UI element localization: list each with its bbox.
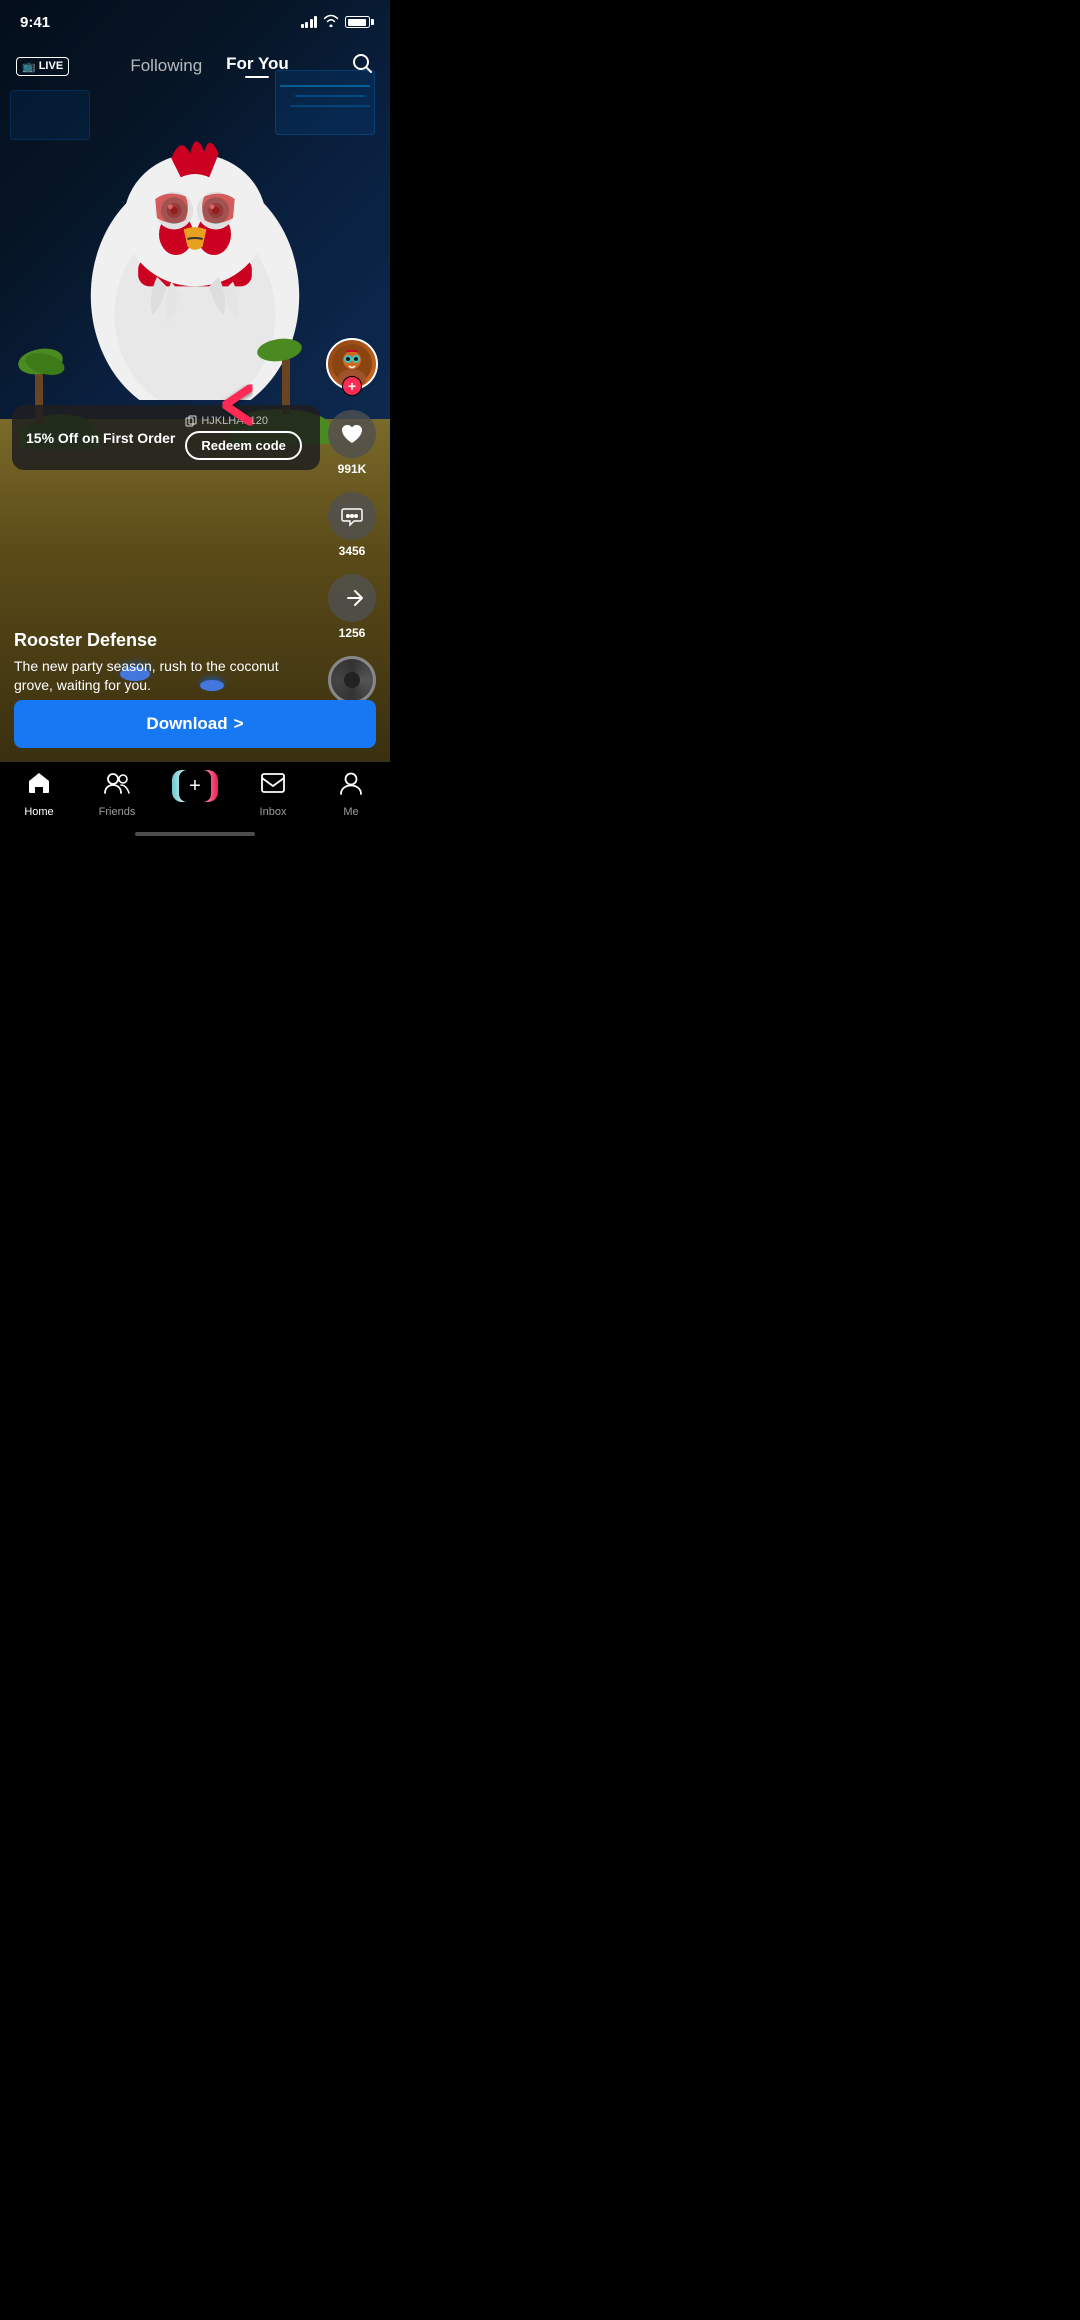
plus-icon: + bbox=[179, 770, 211, 802]
following-label: Following bbox=[130, 56, 202, 75]
friends-label: Friends bbox=[99, 806, 136, 818]
status-time: 9:41 bbox=[20, 14, 50, 31]
wifi-icon bbox=[323, 14, 339, 30]
heart-icon bbox=[339, 421, 365, 447]
inbox-icon bbox=[260, 770, 286, 803]
for-you-label: For You bbox=[226, 54, 289, 73]
share-count: 1256 bbox=[339, 626, 366, 640]
search-button[interactable] bbox=[350, 51, 374, 81]
nav-friends[interactable]: Friends bbox=[87, 770, 147, 818]
comment-button[interactable]: 3456 bbox=[328, 492, 376, 558]
signal-icon bbox=[301, 16, 318, 28]
me-icon bbox=[338, 770, 364, 803]
comment-count: 3456 bbox=[339, 544, 366, 558]
home-icon bbox=[26, 770, 52, 803]
active-tab-indicator bbox=[245, 76, 269, 78]
download-button[interactable]: Download > bbox=[14, 700, 376, 748]
share-button[interactable]: 1256 bbox=[328, 574, 376, 640]
tab-for-you[interactable]: For You bbox=[226, 54, 289, 78]
download-button-container: Download > bbox=[14, 700, 376, 748]
promo-discount-text: 15% Off on First Order bbox=[26, 429, 175, 447]
video-title: Rooster Defense bbox=[14, 630, 320, 651]
nav-home[interactable]: Home bbox=[9, 770, 69, 818]
follow-plus-button[interactable]: + bbox=[342, 376, 362, 396]
copy-icon bbox=[185, 415, 197, 427]
like-icon-container bbox=[328, 410, 376, 458]
arrow-indicator bbox=[215, 380, 305, 438]
nav-create[interactable]: + • bbox=[165, 770, 225, 817]
creator-avatar-container[interactable]: + bbox=[326, 338, 378, 390]
share-icon bbox=[340, 586, 364, 610]
tab-following[interactable]: Following bbox=[130, 56, 202, 76]
like-count: 991K bbox=[338, 462, 367, 476]
like-button[interactable]: 991K bbox=[328, 410, 376, 476]
home-indicator bbox=[135, 832, 255, 836]
nav-me[interactable]: Me bbox=[321, 770, 381, 818]
home-label: Home bbox=[24, 806, 53, 818]
me-label: Me bbox=[343, 806, 358, 818]
download-arrow: > bbox=[234, 714, 244, 734]
rooster-character bbox=[25, 40, 365, 400]
status-bar: 9:41 bbox=[0, 0, 390, 44]
status-icons bbox=[301, 14, 371, 30]
live-label: LIVE bbox=[39, 60, 63, 72]
nav-inbox[interactable]: Inbox bbox=[243, 770, 303, 818]
inbox-label: Inbox bbox=[260, 806, 287, 818]
friends-icon bbox=[103, 770, 131, 803]
video-description: The new party season, rush to the coconu… bbox=[14, 657, 320, 696]
nav-tabs: Following For You bbox=[130, 54, 288, 78]
share-icon-container bbox=[328, 574, 376, 622]
battery-icon bbox=[345, 16, 370, 28]
create-button[interactable]: + bbox=[172, 770, 218, 802]
music-disc bbox=[328, 656, 376, 704]
comment-icon-container bbox=[328, 492, 376, 540]
header-nav: 📺 LIVE Following For You bbox=[0, 44, 390, 88]
music-disc-inner bbox=[344, 672, 360, 688]
chat-bubble-icon bbox=[340, 504, 364, 528]
live-tv-icon: 📺 bbox=[22, 60, 36, 73]
download-label: Download bbox=[146, 714, 227, 734]
live-badge[interactable]: 📺 LIVE bbox=[16, 57, 69, 76]
action-buttons: + 991K 3456 1256 bbox=[326, 338, 378, 704]
